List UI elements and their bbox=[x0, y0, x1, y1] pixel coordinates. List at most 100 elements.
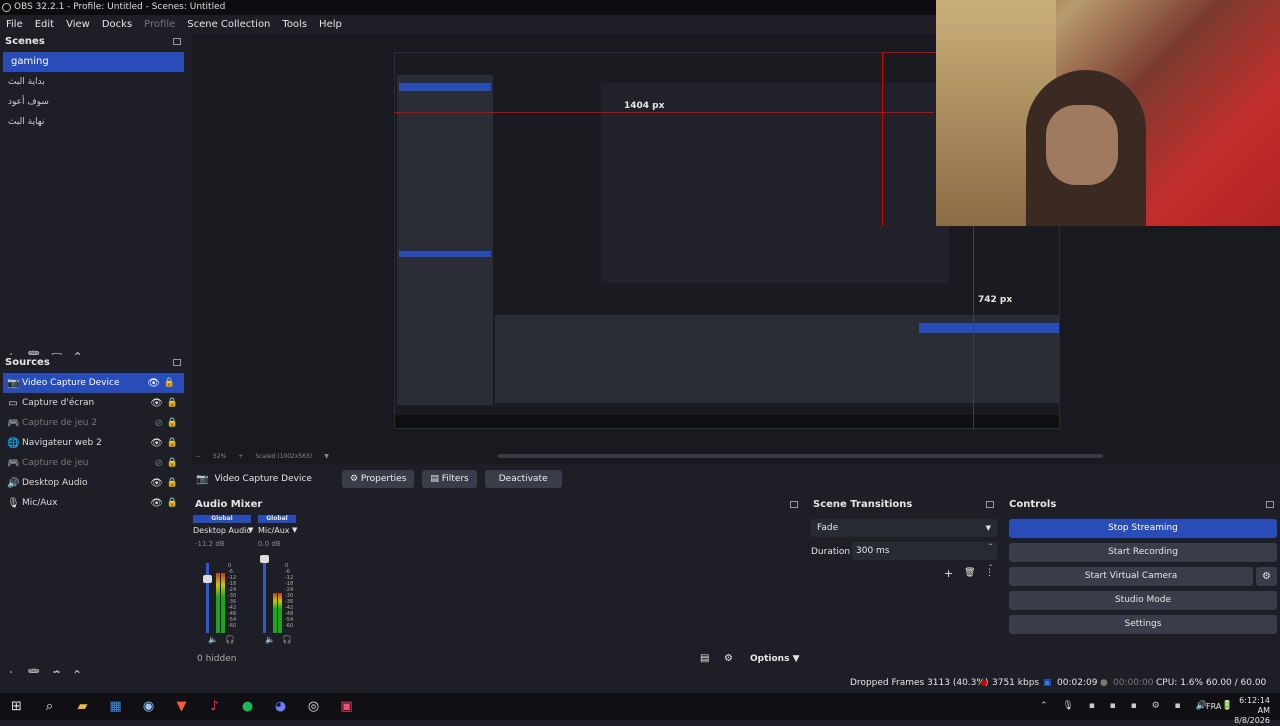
properties-button[interactable]: ⚙ Properties bbox=[341, 470, 415, 488]
lock-icon[interactable]: 🔒 bbox=[167, 458, 178, 468]
deactivate-button[interactable]: Deactivate bbox=[484, 470, 562, 488]
gear-icon[interactable]: ⚙ bbox=[724, 653, 733, 664]
source-label: Capture de jeu bbox=[22, 458, 89, 468]
source-item[interactable]: ▭ Capture d'écran 👁 🔒 bbox=[0, 393, 187, 413]
fader-handle[interactable] bbox=[260, 555, 269, 563]
studio-mode-button[interactable]: Studio Mode bbox=[1009, 591, 1277, 610]
scene-item-stream-start[interactable]: بداية البث bbox=[0, 72, 187, 92]
tiktok-studio-icon[interactable]: ▣ bbox=[330, 699, 363, 714]
obs-logo-icon bbox=[2, 3, 11, 12]
search-icon[interactable]: ⌕ bbox=[33, 699, 66, 714]
chevron-down-icon[interactable]: ▼ bbox=[324, 453, 329, 460]
menu-edit[interactable]: Edit bbox=[29, 19, 60, 30]
scene-item-brb[interactable]: سوف أعود bbox=[0, 92, 187, 112]
more-options-icon[interactable]: ⋮ bbox=[985, 568, 994, 578]
transition-select[interactable]: Fade ▼ bbox=[811, 519, 997, 537]
tiktok-icon[interactable]: ♪ bbox=[198, 699, 231, 714]
settings-button[interactable]: Settings bbox=[1009, 615, 1277, 634]
eye-off-icon[interactable]: ⊘ bbox=[155, 458, 163, 469]
folder-icon[interactable]: ▰ bbox=[66, 699, 99, 714]
mute-speaker-icon[interactable]: 🔈 bbox=[208, 635, 218, 644]
duration-spinbox[interactable]: 300 ms ⌃ ⌄ bbox=[852, 542, 997, 568]
lock-icon[interactable]: 🔒 bbox=[167, 438, 178, 448]
lock-icon[interactable]: 🔒 bbox=[164, 378, 175, 388]
eye-icon[interactable]: 👁 bbox=[150, 498, 163, 509]
layout-icon[interactable]: ▤ bbox=[700, 653, 709, 664]
eye-icon[interactable]: 👁 bbox=[150, 398, 163, 409]
transition-selected: Fade bbox=[817, 523, 839, 533]
headphones-icon[interactable]: 🎧 bbox=[225, 635, 235, 644]
undock-icon[interactable] bbox=[173, 38, 181, 45]
brave-icon[interactable]: ▼ bbox=[165, 699, 198, 714]
clock[interactable]: 6:12:14 AM 8/8/2026 bbox=[1228, 696, 1270, 726]
add-icon[interactable]: + bbox=[944, 567, 953, 580]
menu-profile[interactable]: Profile bbox=[138, 19, 181, 30]
nested-preview-highlight bbox=[399, 251, 491, 257]
lock-icon[interactable]: 🔒 bbox=[167, 478, 178, 488]
record-icon: ● bbox=[1100, 678, 1108, 688]
zoom-level: 52% bbox=[213, 453, 227, 460]
zoom-in-icon[interactable]: + bbox=[238, 453, 243, 460]
menu-view[interactable]: View bbox=[60, 19, 96, 30]
camera-icon: 📷 bbox=[196, 473, 209, 485]
lock-icon[interactable]: 🔒 bbox=[167, 418, 178, 428]
discord-icon[interactable]: ◕ bbox=[264, 699, 297, 714]
volume-fader[interactable] bbox=[263, 563, 266, 633]
start-virtual-camera-button[interactable]: Start Virtual Camera bbox=[1009, 567, 1253, 586]
source-item[interactable]: 🎙 Mic/Aux 👁 🔒 bbox=[0, 493, 187, 513]
stream-icon: ▣ bbox=[1043, 678, 1052, 688]
source-item[interactable]: 🌐 Navigateur web 2 👁 🔒 bbox=[0, 433, 187, 453]
source-item[interactable]: 📷 Video Capture Device 👁 🔒 bbox=[3, 373, 184, 393]
remove-icon[interactable]: 🗑 bbox=[964, 568, 975, 578]
volume-fader[interactable] bbox=[206, 563, 209, 633]
scenes-header: Scenes bbox=[0, 34, 187, 50]
channel-db: -11.2 dB bbox=[195, 540, 225, 548]
sources-title: Sources bbox=[5, 357, 50, 368]
audio-mixer-dock: Audio Mixer Global Global Desktop Audio … bbox=[190, 497, 804, 670]
eye-icon[interactable]: 👁 bbox=[150, 438, 163, 449]
nested-preview-highlight bbox=[399, 83, 491, 91]
menu-docks[interactable]: Docks bbox=[96, 19, 138, 30]
store-icon[interactable]: ▦ bbox=[99, 699, 132, 714]
mute-speaker-icon[interactable]: 🔈 bbox=[265, 635, 275, 644]
source-item[interactable]: 🔊 Desktop Audio 👁 🔒 bbox=[0, 473, 187, 493]
headphones-icon[interactable]: 🎧 bbox=[282, 635, 292, 644]
steam-icon[interactable]: ◉ bbox=[132, 699, 165, 714]
start-recording-button[interactable]: Start Recording bbox=[1009, 543, 1277, 562]
source-item[interactable]: 🎮 Capture de jeu ⊘ 🔒 bbox=[0, 453, 187, 473]
undock-icon[interactable] bbox=[173, 359, 181, 366]
windows-start-icon[interactable]: ⊞ bbox=[0, 699, 33, 714]
lock-icon[interactable]: 🔒 bbox=[167, 398, 178, 408]
filters-button[interactable]: ▤ Filters bbox=[422, 470, 477, 488]
obs-icon[interactable]: ◎ bbox=[297, 699, 330, 714]
chevron-down-icon[interactable]: ▼ bbox=[248, 526, 253, 534]
chevron-down-icon[interactable]: ▼ bbox=[292, 526, 297, 534]
scene-item-stream-end[interactable]: نهاية البث bbox=[0, 112, 187, 132]
undock-icon[interactable] bbox=[1266, 501, 1274, 508]
nested-preview-button bbox=[919, 323, 1059, 333]
zoom-out-icon[interactable]: − bbox=[196, 453, 201, 460]
lock-icon[interactable]: 🔒 bbox=[167, 498, 178, 508]
sources-list: 📷 Video Capture Device 👁 🔒 ▭ Capture d'é… bbox=[0, 371, 187, 682]
undock-icon[interactable] bbox=[986, 501, 994, 508]
mixer-options-button[interactable]: Options ▼ bbox=[750, 654, 800, 664]
eye-icon[interactable]: 👁 bbox=[150, 478, 163, 489]
source-item[interactable]: 🎮 Capture de jeu 2 ⊘ 🔒 bbox=[0, 413, 187, 433]
menu-tools[interactable]: Tools bbox=[276, 19, 313, 30]
scene-item-gaming[interactable]: gaming bbox=[3, 52, 184, 72]
undock-icon[interactable] bbox=[790, 501, 798, 508]
fader-handle[interactable] bbox=[203, 575, 212, 583]
eye-off-icon[interactable]: ⊘ bbox=[155, 418, 163, 429]
controls-dock: Controls Stop Streaming Start Recording … bbox=[1004, 497, 1280, 670]
menu-scene-collection[interactable]: Scene Collection bbox=[181, 19, 276, 30]
distance-label-horizontal: 1404 px bbox=[624, 101, 665, 111]
menu-file[interactable]: File bbox=[0, 19, 29, 30]
stop-streaming-button[interactable]: Stop Streaming bbox=[1009, 519, 1277, 538]
spotify-icon[interactable]: ● bbox=[231, 699, 264, 714]
input-language[interactable]: FRA bbox=[1206, 693, 1221, 720]
preview-scrollbar[interactable] bbox=[498, 454, 1103, 458]
eye-icon[interactable]: 👁 bbox=[147, 378, 160, 389]
webcam-feed[interactable] bbox=[936, 0, 1280, 226]
menu-help[interactable]: Help bbox=[313, 19, 348, 30]
gear-icon[interactable]: ⚙ bbox=[1256, 567, 1277, 586]
